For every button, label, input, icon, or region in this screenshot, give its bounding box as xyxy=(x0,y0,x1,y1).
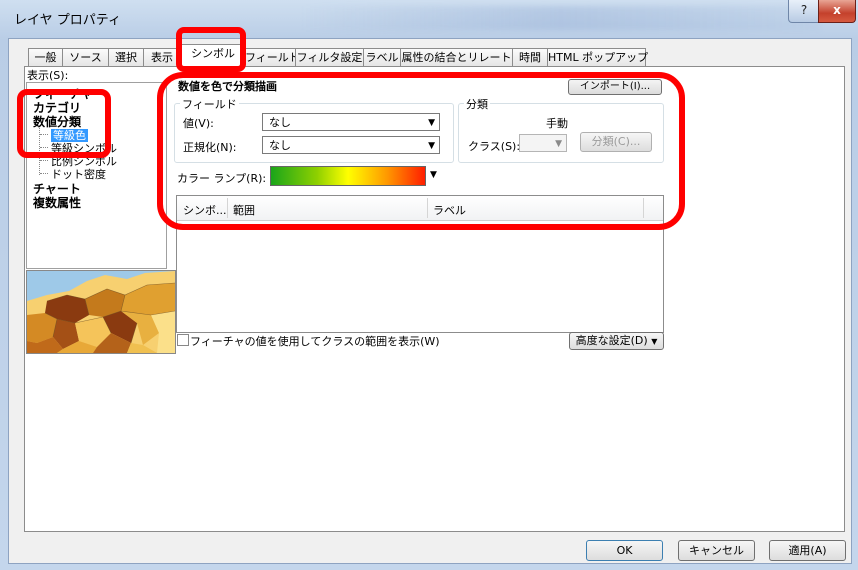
tree-branch xyxy=(40,160,48,161)
chevron-down-icon: ▼ xyxy=(651,337,658,346)
window-title: レイヤ プロパティ xyxy=(14,13,121,28)
title-bar-blur xyxy=(300,6,820,30)
title-bar[interactable]: レイヤ プロパティ ? x xyxy=(0,0,858,38)
tab-time[interactable]: 時間 xyxy=(512,48,548,67)
tab-general[interactable]: 一般 xyxy=(28,48,63,67)
ok-button[interactable]: OK xyxy=(586,540,663,561)
apply-button[interactable]: 適用(A) xyxy=(769,540,846,561)
highlight-graduated-colors xyxy=(17,89,111,158)
tree-branch xyxy=(40,173,48,174)
show-label: 表示(S): xyxy=(27,69,69,82)
close-button[interactable]: x xyxy=(818,0,856,23)
map-preview-image xyxy=(26,270,176,354)
tab-fields[interactable]: フィールド xyxy=(244,48,300,67)
highlight-symbology-settings xyxy=(157,72,685,230)
help-button[interactable]: ? xyxy=(788,0,820,23)
cancel-button[interactable]: キャンセル xyxy=(678,540,755,561)
show-class-ranges-checkbox[interactable] xyxy=(177,334,189,346)
tab-definition-query[interactable]: フィルタ設定 xyxy=(295,48,364,67)
advanced-button-label: 高度な設定(D) xyxy=(575,334,648,347)
tab-labels[interactable]: ラベル xyxy=(363,48,401,67)
tab-selection[interactable]: 選択 xyxy=(108,48,144,67)
tab-source[interactable]: ソース xyxy=(62,48,109,67)
map-preview-graphic xyxy=(27,271,175,353)
tab-html-popup[interactable]: HTML ポップアップ xyxy=(547,48,648,67)
show-class-ranges-label: フィーチャの値を使用してクラスの範囲を表示(W) xyxy=(190,335,440,348)
tab-joins-relates[interactable]: 属性の結合とリレート xyxy=(400,48,513,67)
highlight-symbology-tab xyxy=(176,27,246,72)
list-item-multiple-attributes[interactable]: 複数属性 xyxy=(33,194,81,211)
advanced-button[interactable]: 高度な設定(D) ▼ xyxy=(569,332,664,350)
